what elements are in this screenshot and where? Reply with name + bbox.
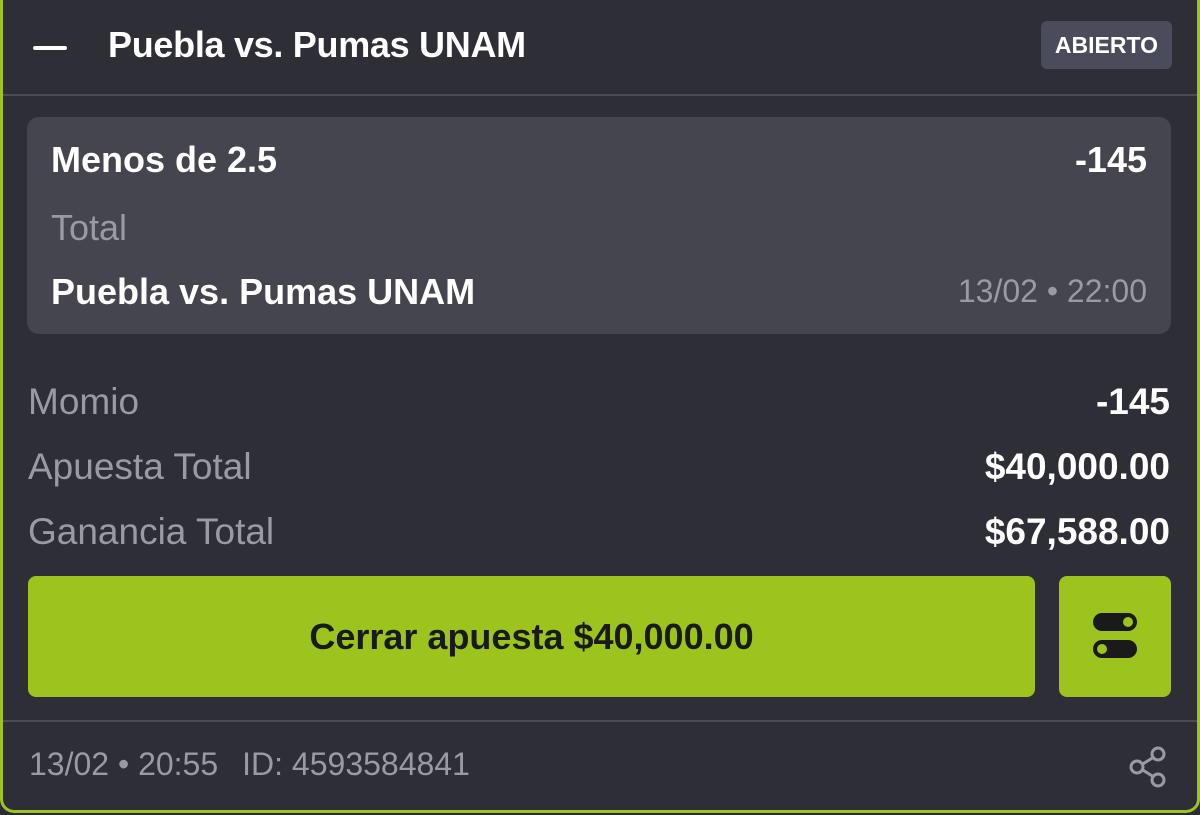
selection-name: Menos de 2.5: [51, 139, 278, 180]
payout-value: $67,588.00: [984, 511, 1170, 552]
bet-id: ID: 4593584841: [242, 746, 470, 782]
bet-meta: 13/02 • 20:55 ID: 4593584841: [29, 746, 470, 783]
selection-market: Total: [51, 207, 128, 248]
summary-row-odds: Momio -145: [28, 381, 1170, 431]
cashout-button[interactable]: Cerrar apuesta $40,000.00: [28, 576, 1035, 697]
selection-panel: Menos de 2.5 -145 Total Puebla vs. Pumas…: [27, 117, 1171, 334]
stake-value: $40,000.00: [984, 446, 1170, 487]
bet-card-header: Puebla vs. Pumas UNAM ABIERTO: [3, 0, 1197, 96]
toggle-icon: [1093, 613, 1137, 658]
selection-datetime: 13/02 • 22:00: [957, 273, 1147, 309]
summary-row-payout: Ganancia Total $67,588.00: [28, 511, 1170, 561]
selection-event: Puebla vs. Pumas UNAM: [51, 271, 476, 312]
bet-placed-datetime: 13/02 • 20:55: [29, 746, 219, 782]
event-title: Puebla vs. Pumas UNAM: [108, 24, 526, 65]
selection-odds: -145: [1074, 139, 1147, 180]
footer-divider: [3, 720, 1197, 722]
payout-label: Ganancia Total: [28, 511, 275, 552]
toggle-button[interactable]: [1059, 576, 1171, 697]
stake-label: Apuesta Total: [28, 446, 252, 487]
odds-label: Momio: [28, 381, 140, 422]
summary-row-stake: Apuesta Total $40,000.00: [28, 446, 1170, 496]
bet-card: Puebla vs. Pumas UNAM ABIERTO Menos de 2…: [0, 0, 1200, 813]
share-icon[interactable]: [1127, 746, 1169, 788]
odds-value: -145: [1095, 381, 1170, 422]
collapse-icon[interactable]: [33, 33, 69, 63]
status-badge: ABIERTO: [1040, 21, 1172, 69]
